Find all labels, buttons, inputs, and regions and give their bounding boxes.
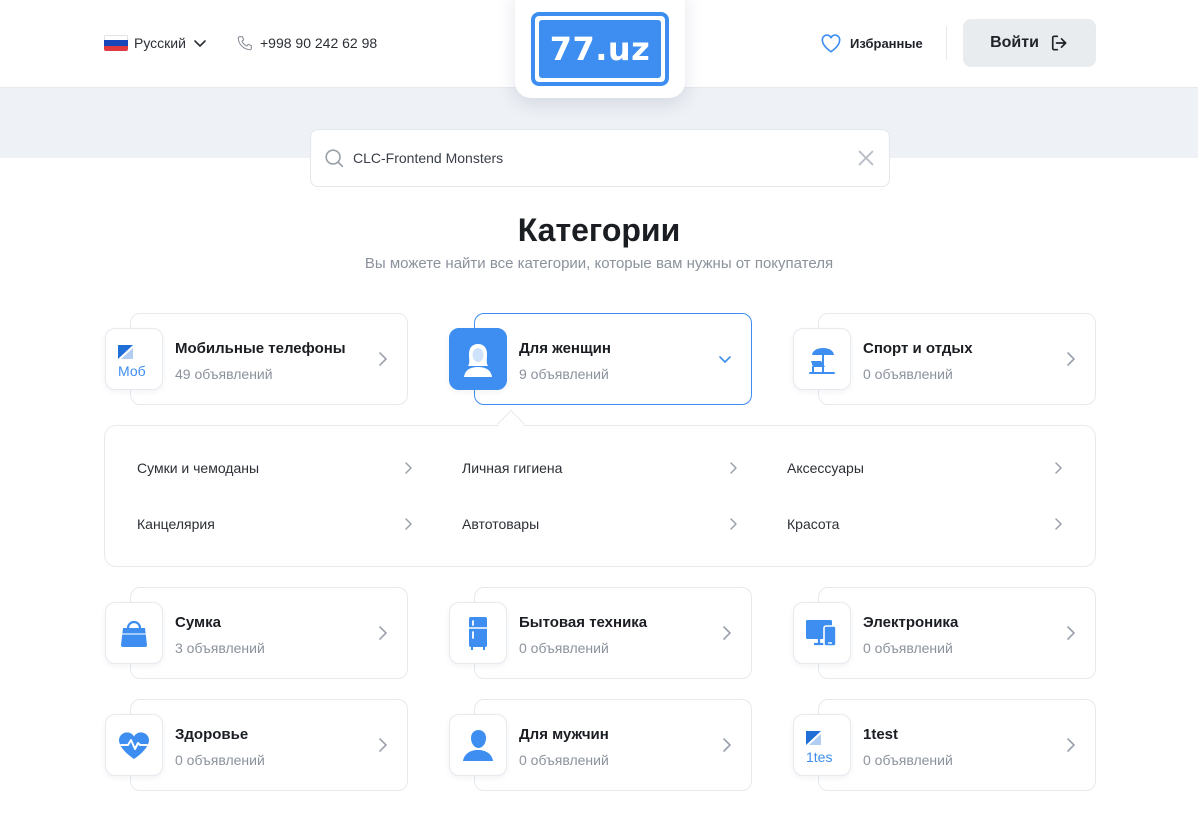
russia-flag-icon bbox=[104, 35, 128, 51]
phone-contact[interactable]: +998 90 242 62 98 bbox=[236, 32, 377, 54]
chevron-right-icon bbox=[379, 738, 387, 752]
chevron-right-icon bbox=[1067, 738, 1075, 752]
close-icon[interactable] bbox=[855, 147, 877, 169]
category-title: Мобильные телефоны bbox=[175, 340, 346, 357]
category-card-electronics[interactable]: Электроника 0 объявлений bbox=[793, 587, 1096, 679]
subcategory-label: Автотовары bbox=[462, 516, 540, 532]
search-input[interactable]: CLC-Frontend Monsters bbox=[353, 150, 855, 166]
category-icon-tile bbox=[793, 328, 851, 390]
category-count: 49 объявлений bbox=[175, 366, 273, 382]
favorites-link[interactable]: Избранные bbox=[820, 32, 923, 54]
category-card-1test[interactable]: 1tes 1test 0 объявлений bbox=[793, 699, 1096, 791]
login-button[interactable]: Войти bbox=[963, 19, 1096, 67]
chevron-right-icon bbox=[1055, 518, 1062, 530]
category-icon-tile bbox=[449, 602, 507, 664]
category-count: 3 объявлений bbox=[175, 640, 265, 656]
category-icon-tile bbox=[449, 714, 507, 776]
logo-frame: 77.uz bbox=[531, 12, 669, 86]
category-count: 0 объявлений bbox=[175, 752, 265, 768]
login-label: Войти bbox=[990, 34, 1039, 51]
chevron-right-icon bbox=[405, 518, 412, 530]
search-icon bbox=[325, 149, 344, 168]
category-title: Для женщин bbox=[519, 340, 611, 357]
man-icon bbox=[463, 730, 493, 761]
subcategory-dropdown bbox=[104, 425, 1096, 567]
subcategory-item[interactable]: Сумки и чемоданы bbox=[137, 456, 413, 480]
chevron-right-icon bbox=[1055, 462, 1062, 474]
category-title: Для мужчин bbox=[519, 726, 609, 743]
subcategory-item[interactable]: Личная гигиена bbox=[462, 456, 738, 480]
chevron-right-icon bbox=[379, 352, 387, 366]
search-bar[interactable]: CLC-Frontend Monsters bbox=[310, 129, 890, 187]
woman-icon bbox=[464, 344, 492, 377]
subcategory-item[interactable]: Красота bbox=[787, 512, 1063, 536]
category-card-appliances[interactable]: Бытовая техника 0 объявлений bbox=[449, 587, 752, 679]
category-title: 1test bbox=[863, 726, 899, 743]
subcategory-item[interactable]: Канцелярия bbox=[137, 512, 413, 536]
category-card-for-women[interactable]: Для женщин 9 объявлений bbox=[449, 313, 752, 405]
chevron-down-icon bbox=[194, 40, 206, 47]
category-card-for-men[interactable]: Для мужчин 0 объявлений bbox=[449, 699, 752, 791]
category-icon-tile bbox=[449, 328, 507, 390]
phone-number: +998 90 242 62 98 bbox=[260, 35, 378, 51]
category-card-bag[interactable]: Сумка 3 объявлений bbox=[105, 587, 408, 679]
heartbeat-icon bbox=[119, 732, 149, 759]
devices-icon bbox=[806, 620, 837, 647]
category-count: 0 объявлений bbox=[863, 640, 953, 656]
category-card-mobile-phones[interactable]: Моб Мобильные телефоны 49 объявлений bbox=[105, 313, 408, 405]
chevron-right-icon bbox=[379, 626, 387, 640]
category-title: Электроника bbox=[863, 614, 959, 631]
handbag-icon bbox=[121, 620, 147, 647]
chevron-down-icon bbox=[719, 356, 731, 363]
category-title: Здоровье bbox=[175, 726, 249, 743]
category-count: 0 объявлений bbox=[863, 366, 953, 382]
chevron-right-icon bbox=[1067, 352, 1075, 366]
beach-chair-icon bbox=[809, 348, 835, 374]
subcategory-label: Красота bbox=[787, 516, 840, 532]
fridge-icon bbox=[469, 617, 487, 650]
language-label: Русский bbox=[134, 35, 186, 51]
category-count: 9 объявлений bbox=[519, 366, 609, 382]
category-title: Бытовая техника bbox=[519, 614, 648, 631]
category-title: Спорт и отдых bbox=[863, 340, 973, 357]
subcategory-label: Канцелярия bbox=[137, 516, 215, 532]
logo-link[interactable]: 77.uz bbox=[515, 0, 685, 98]
broken-image-icon: Моб bbox=[106, 329, 162, 389]
category-count: 0 объявлений bbox=[519, 640, 609, 656]
category-count: 0 объявлений bbox=[863, 752, 953, 768]
category-count: 0 объявлений bbox=[519, 752, 609, 768]
chevron-right-icon bbox=[1067, 626, 1075, 640]
subcategory-label: Личная гигиена bbox=[462, 460, 563, 476]
category-title: Сумка bbox=[175, 614, 221, 631]
phone-icon bbox=[237, 36, 252, 51]
heart-icon bbox=[821, 34, 841, 53]
language-selector[interactable]: Русский bbox=[104, 32, 208, 54]
page-subtitle: Вы можете найти все категории, которые в… bbox=[364, 255, 834, 272]
logo: 77.uz bbox=[539, 20, 661, 78]
favorites-label: Избранные bbox=[850, 35, 923, 51]
category-icon-tile bbox=[105, 714, 163, 776]
category-icon-tile: 1tes bbox=[793, 714, 851, 776]
chevron-right-icon bbox=[730, 462, 737, 474]
category-icon-tile bbox=[105, 602, 163, 664]
category-icon-tile bbox=[793, 602, 851, 664]
header-divider bbox=[946, 26, 947, 60]
subcategory-item[interactable]: Аксессуары bbox=[787, 456, 1063, 480]
subcategory-label: Сумки и чемоданы bbox=[137, 460, 260, 476]
chevron-right-icon bbox=[405, 462, 412, 474]
category-card-sport[interactable]: Спорт и отдых 0 объявлений bbox=[793, 313, 1096, 405]
chevron-right-icon bbox=[730, 518, 737, 530]
login-icon bbox=[1051, 35, 1067, 51]
broken-image-icon: 1tes bbox=[794, 715, 850, 775]
page-title: Категории bbox=[517, 212, 681, 248]
subcategory-label: Аксессуары bbox=[787, 460, 864, 476]
chevron-right-icon bbox=[723, 626, 731, 640]
chevron-right-icon bbox=[723, 738, 731, 752]
category-card-health[interactable]: Здоровье 0 объявлений bbox=[105, 699, 408, 791]
category-icon-tile: Моб bbox=[105, 328, 163, 390]
subcategory-item[interactable]: Автотовары bbox=[462, 512, 738, 536]
